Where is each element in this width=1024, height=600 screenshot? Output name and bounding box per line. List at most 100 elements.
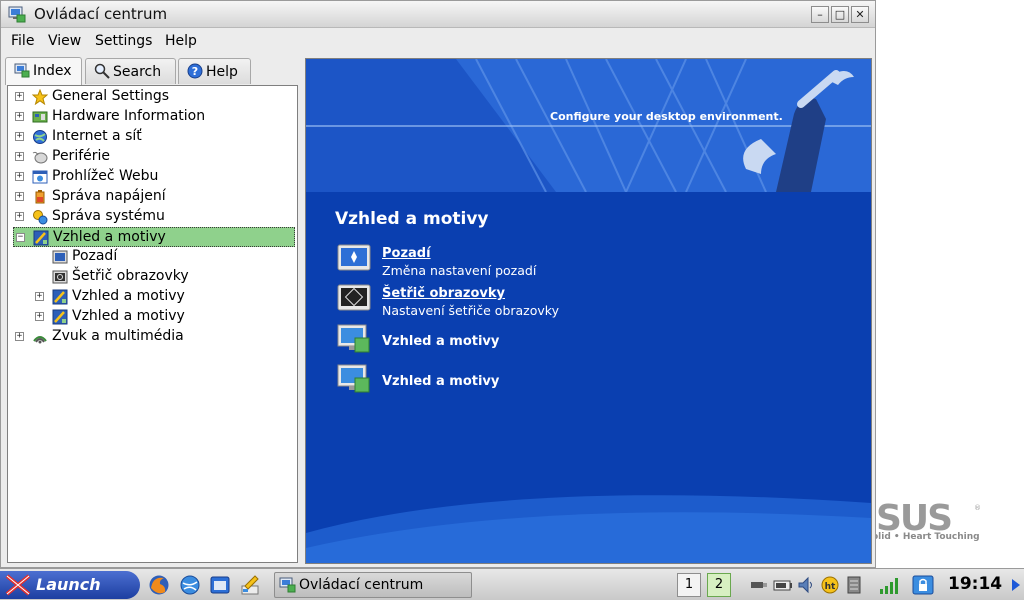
expand-toggle[interactable]: + xyxy=(15,212,24,221)
hardware-icon xyxy=(32,111,48,123)
globe-icon xyxy=(33,130,47,144)
usb-icon[interactable] xyxy=(749,575,769,595)
link-screensaver[interactable]: Šetřič obrazovky xyxy=(382,286,505,301)
battery-icon[interactable] xyxy=(773,575,793,595)
tree-item-web-browser[interactable]: + Prohlížeč Webu xyxy=(13,167,293,187)
storage-icon[interactable] xyxy=(844,575,864,595)
volume-icon[interactable] xyxy=(796,575,816,595)
item-description: Nastavení šetřiče obrazovky xyxy=(382,303,559,318)
tree-item-appearance-sub-1[interactable]: + Vzhled a motivy xyxy=(33,287,293,307)
tree-item-sound-multimedia[interactable]: + Zvuk a multimédia xyxy=(13,327,293,347)
link-appearance-2[interactable]: Vzhled a motivy xyxy=(382,374,499,389)
desktop-switch-2[interactable]: 2 xyxy=(707,573,731,597)
system-icon xyxy=(33,210,48,225)
network-status-icon[interactable]: ht xyxy=(820,575,840,595)
menu-file[interactable]: File xyxy=(11,33,34,49)
tree-item-power-management[interactable]: + Správa napájení xyxy=(13,187,293,207)
menu-bar: File View Settings Help xyxy=(1,29,875,53)
link-appearance-1[interactable]: Vzhled a motivy xyxy=(382,334,499,349)
tab-help-label: Help xyxy=(206,64,238,80)
wallpaper-monitor-icon[interactable] xyxy=(337,244,371,274)
minimize-button[interactable]: – xyxy=(811,6,829,23)
browser-icon xyxy=(32,170,48,184)
expand-toggle[interactable]: + xyxy=(15,112,24,121)
expand-toggle[interactable]: + xyxy=(35,312,44,321)
taskbar-window-button[interactable]: Ovládací centrum xyxy=(274,572,472,598)
tree-item-appearance-themes[interactable]: − Vzhled a motivy xyxy=(13,227,295,247)
tree-item-label: Šetřič obrazovky xyxy=(72,268,189,284)
tab-search[interactable]: Search xyxy=(85,58,176,84)
launch-label: Launch xyxy=(36,575,101,594)
menu-settings[interactable]: Settings xyxy=(95,33,152,49)
tree-item-label: Hardware Information xyxy=(52,108,206,124)
svg-text:®: ® xyxy=(974,504,981,512)
launch-x-icon xyxy=(5,574,31,596)
close-button[interactable]: ✕ xyxy=(851,6,869,23)
tree-item-background[interactable]: Pozadí xyxy=(33,247,293,267)
svg-text:?: ? xyxy=(192,65,198,78)
tree-item-system-administration[interactable]: + Správa systému xyxy=(13,207,293,227)
paint-icon[interactable] xyxy=(239,574,261,596)
tree-item-internet[interactable]: + Internet a síť xyxy=(13,127,293,147)
menu-view[interactable]: View xyxy=(48,33,81,49)
tree-item-label: Pozadí xyxy=(72,248,118,264)
banner-text: Configure your desktop environment. xyxy=(550,110,783,123)
desktop-background xyxy=(876,0,1024,568)
tab-index[interactable]: Index xyxy=(5,57,82,85)
tree-item-label: Vzhled a motivy xyxy=(72,308,185,324)
window-title: Ovládací centrum xyxy=(34,5,168,23)
file-manager-icon[interactable] xyxy=(209,574,231,596)
expand-toggle[interactable]: + xyxy=(15,152,24,161)
tree-item-peripherals[interactable]: + Periférie xyxy=(13,147,293,167)
tree-item-general-settings[interactable]: + General Settings xyxy=(13,87,293,107)
tree-item-appearance-sub-2[interactable]: + Vzhled a motivy xyxy=(33,307,293,327)
expand-toggle[interactable]: + xyxy=(15,332,24,341)
tree-item-label: Správa napájení xyxy=(52,188,166,204)
link-background[interactable]: Pozadí xyxy=(382,246,431,261)
tab-help[interactable]: ? Help xyxy=(178,58,251,84)
module-tree[interactable]: + General Settings + Hardware Informatio… xyxy=(7,85,298,563)
monitor-theme-icon[interactable] xyxy=(337,364,371,394)
monitor-theme-icon[interactable] xyxy=(337,324,371,354)
firefox-icon[interactable] xyxy=(148,574,170,596)
screensaver-monitor-icon[interactable] xyxy=(337,284,371,314)
wallpaper-icon xyxy=(52,250,68,264)
title-bar[interactable]: Ovládací centrum – □ ✕ xyxy=(1,1,875,28)
tree-item-label: Vzhled a motivy xyxy=(53,229,166,245)
tree-item-screensaver[interactable]: Šetřič obrazovky xyxy=(33,267,293,287)
tab-index-label: Index xyxy=(33,63,72,79)
appearance-icon xyxy=(52,289,68,305)
desktop-switch-1[interactable]: 1 xyxy=(677,573,701,597)
wifi-signal-icon[interactable] xyxy=(879,575,901,595)
taskbar-window-title: Ovládací centrum xyxy=(299,577,424,593)
maximize-button[interactable]: □ xyxy=(831,6,849,23)
expand-toggle[interactable]: + xyxy=(15,92,24,101)
expand-toggle[interactable]: + xyxy=(15,172,24,181)
panel-splitter[interactable] xyxy=(299,85,304,563)
item-description: Změna nastavení pozadí xyxy=(382,263,537,278)
section-title: Vzhled a motivy xyxy=(335,209,489,229)
mouse-icon xyxy=(32,151,48,164)
expand-toggle[interactable]: + xyxy=(15,192,24,201)
clock: 19:14 xyxy=(948,574,1003,594)
expand-toggle[interactable]: + xyxy=(35,292,44,301)
collapse-toggle[interactable]: − xyxy=(16,233,25,242)
tree-item-label: Správa systému xyxy=(52,208,165,224)
appearance-icon xyxy=(52,309,68,325)
tab-search-label: Search xyxy=(113,64,162,80)
brand-tagline: olid • Heart Touching xyxy=(872,532,980,542)
svg-text:ht: ht xyxy=(825,582,836,592)
tree-item-label: Prohlížeč Webu xyxy=(52,168,159,184)
background-swoosh xyxy=(306,495,871,563)
launch-button[interactable]: Launch xyxy=(0,571,140,599)
taskbar-more-arrow-icon[interactable] xyxy=(1012,579,1020,591)
control-center-window: Ovládací centrum – □ ✕ File View Setting… xyxy=(0,0,876,568)
lock-screen-icon[interactable] xyxy=(912,575,934,595)
browser-globe-icon[interactable] xyxy=(179,574,201,596)
expand-toggle[interactable]: + xyxy=(15,132,24,141)
control-center-icon xyxy=(8,6,26,23)
tree-item-hardware-information[interactable]: + Hardware Information xyxy=(13,107,293,127)
banner: Configure your desktop environment. xyxy=(306,59,871,192)
menu-help[interactable]: Help xyxy=(165,33,197,49)
tree-item-label: General Settings xyxy=(52,88,170,104)
